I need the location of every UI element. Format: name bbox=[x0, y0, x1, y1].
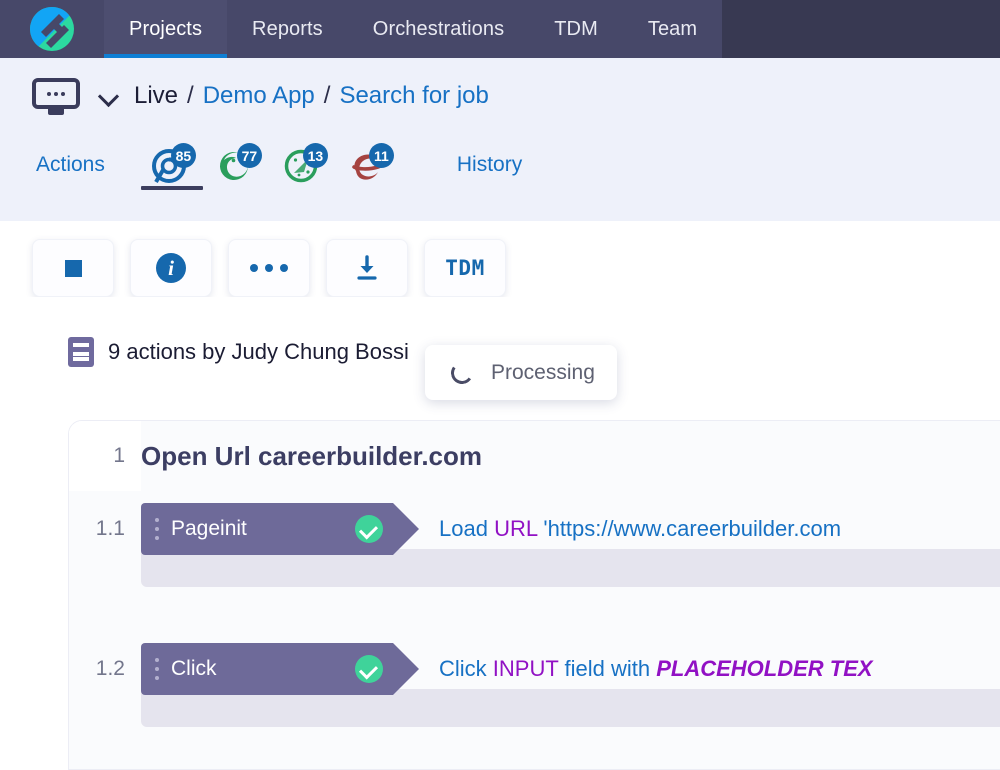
browser-tab-firefox[interactable]: 77 bbox=[205, 134, 271, 196]
history-tab[interactable]: History bbox=[457, 153, 522, 177]
breadcrumb-environment: Live bbox=[134, 82, 178, 110]
substep-1-2-description: Click INPUT field with PLACEHOLDER TEX bbox=[439, 656, 873, 682]
document-icon bbox=[68, 337, 94, 367]
chrome-badge-count: 85 bbox=[171, 143, 196, 168]
spinner-icon bbox=[449, 360, 474, 385]
actions-tab[interactable]: Actions bbox=[36, 153, 105, 177]
ellipsis-icon bbox=[250, 264, 288, 272]
breadcrumb-separator-2: / bbox=[324, 82, 331, 110]
desc-part-plain: Click bbox=[439, 656, 493, 681]
success-check-icon bbox=[355, 655, 383, 683]
actions-summary-text: 9 actions by Judy Chung Bossi bbox=[108, 339, 409, 365]
nav-tabs: Projects Reports Orchestrations TDM Team bbox=[104, 0, 722, 58]
breadcrumb-page[interactable]: Search for job bbox=[339, 82, 488, 110]
substep-1-2-number: 1.2 bbox=[69, 657, 141, 681]
nav-tab-tdm-label: TDM bbox=[554, 18, 598, 41]
nav-tab-projects[interactable]: Projects bbox=[104, 0, 227, 58]
app-logo-icon bbox=[29, 6, 75, 52]
info-button[interactable]: i bbox=[130, 239, 212, 297]
tdm-button[interactable]: TDM bbox=[424, 239, 506, 297]
desc-part-plain-2: field with bbox=[558, 656, 656, 681]
step-1-number: 1 bbox=[69, 421, 141, 491]
step-1-title: Open Url careerbuilder.com bbox=[141, 441, 482, 472]
substep-1-1-description: Load URL 'https://www.careerbuilder.com bbox=[439, 516, 841, 542]
step-1-header[interactable]: 1 Open Url careerbuilder.com bbox=[69, 421, 1000, 491]
nav-tab-team-label: Team bbox=[648, 18, 697, 41]
breadcrumb-separator-1: / bbox=[187, 82, 194, 110]
action-toolbar: i TDM bbox=[0, 221, 1000, 297]
chrome-icon: 85 bbox=[150, 145, 194, 185]
nav-tab-tdm[interactable]: TDM bbox=[529, 0, 623, 58]
nav-tab-orchestrations-label: Orchestrations bbox=[373, 18, 504, 41]
drag-handle-icon[interactable] bbox=[155, 518, 159, 540]
substep-1-1-chip[interactable]: Pageinit bbox=[141, 503, 393, 555]
stop-button[interactable] bbox=[32, 239, 114, 297]
desc-part-keyword: INPUT bbox=[493, 656, 559, 681]
desc-part-value: 'https://www.careerbuilder.com bbox=[537, 516, 841, 541]
context-band: Live / Demo App / Search for job Actions… bbox=[0, 58, 1000, 221]
substep-1-2: 1.2 Click Click INPUT field with PLACEHO… bbox=[69, 643, 1000, 727]
breadcrumb-project[interactable]: Demo App bbox=[203, 82, 315, 110]
nav-tab-reports-label: Reports bbox=[252, 18, 323, 41]
steps-card: 1 Open Url careerbuilder.com 1.1 Pageini… bbox=[68, 420, 1000, 770]
drag-handle-icon[interactable] bbox=[155, 658, 159, 680]
substep-1-1: 1.1 Pageinit Load URL 'https://www.caree… bbox=[69, 503, 1000, 587]
browser-tab-opera[interactable]: 13 bbox=[271, 134, 337, 196]
chevron-down-icon[interactable] bbox=[98, 85, 120, 107]
browser-tab-chrome[interactable]: 85 bbox=[139, 134, 205, 196]
desc-part-keyword: URL bbox=[494, 516, 537, 541]
opera-icon: 13 bbox=[282, 145, 326, 185]
desc-part-plain: Load bbox=[439, 516, 494, 541]
substep-1-1-chip-label: Pageinit bbox=[171, 517, 355, 541]
download-button[interactable] bbox=[326, 239, 408, 297]
nav-empty-area bbox=[722, 0, 1000, 58]
processing-status-card: Processing bbox=[425, 345, 617, 400]
firefox-badge-count: 77 bbox=[237, 143, 262, 168]
substep-1-2-row[interactable]: 1.2 Click Click INPUT field with PLACEHO… bbox=[69, 643, 1000, 695]
step-group-1: 1 Open Url careerbuilder.com 1.1 Pageini… bbox=[69, 421, 1000, 769]
top-navigation-bar: Projects Reports Orchestrations TDM Team bbox=[0, 0, 1000, 58]
success-check-icon bbox=[355, 515, 383, 543]
internet-explorer-icon: 11 bbox=[348, 145, 392, 185]
substep-1-1-number: 1.1 bbox=[69, 517, 141, 541]
firefox-icon: 77 bbox=[216, 145, 260, 185]
download-icon bbox=[353, 254, 381, 282]
nav-tab-projects-label: Projects bbox=[129, 18, 202, 41]
stop-icon bbox=[65, 260, 82, 277]
more-options-button[interactable] bbox=[228, 239, 310, 297]
tdm-label: TDM bbox=[445, 256, 484, 280]
nav-tab-reports[interactable]: Reports bbox=[227, 0, 348, 58]
browser-tab-strip: Actions 85 77 bbox=[0, 134, 1000, 196]
desc-part-placeholder: PLACEHOLDER TEX bbox=[656, 656, 872, 681]
nav-tab-team[interactable]: Team bbox=[623, 0, 722, 58]
nav-tab-orchestrations[interactable]: Orchestrations bbox=[348, 0, 529, 58]
substep-1-2-chip-label: Click bbox=[171, 657, 355, 681]
logo-container[interactable] bbox=[0, 0, 104, 58]
substep-1-2-chip[interactable]: Click bbox=[141, 643, 393, 695]
monitor-icon bbox=[32, 78, 80, 114]
breadcrumb: Live / Demo App / Search for job bbox=[0, 58, 1000, 134]
opera-badge-count: 13 bbox=[303, 143, 328, 168]
nav-left-group: Projects Reports Orchestrations TDM Team bbox=[0, 0, 722, 58]
substep-1-1-row[interactable]: 1.1 Pageinit Load URL 'https://www.caree… bbox=[69, 503, 1000, 555]
status-badge: Processing bbox=[491, 361, 595, 385]
ie-badge-count: 11 bbox=[369, 143, 394, 168]
info-icon: i bbox=[156, 253, 186, 283]
browser-tab-internet-explorer[interactable]: 11 bbox=[337, 134, 403, 196]
